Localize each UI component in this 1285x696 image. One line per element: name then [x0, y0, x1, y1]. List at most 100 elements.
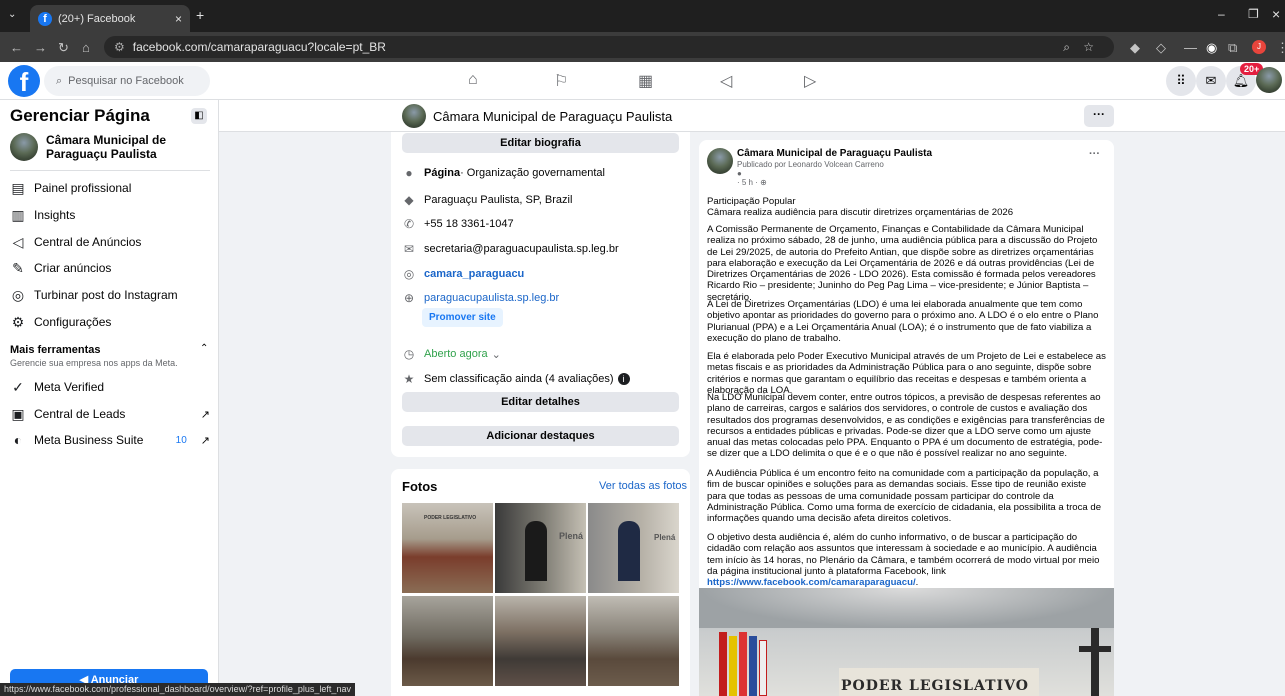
- sidebar-item-central-de-anuncios[interactable]: ◁ Central de Anúncios: [10, 234, 210, 250]
- more-options-button[interactable]: ···: [1084, 105, 1114, 127]
- url-field[interactable]: ⚙ facebook.com/camaraparaguacu?locale=pt…: [104, 36, 1114, 58]
- home-icon[interactable]: ⌂: [82, 40, 90, 55]
- rating-text: Sem classificação ainda (4 avaliações): [424, 373, 614, 385]
- image-banner-text: PODER LEGISLATIVO: [841, 678, 1029, 694]
- category-value: · Organização governamental: [460, 167, 605, 179]
- collapse-sidebar-icon[interactable]: ◧: [191, 108, 207, 124]
- forward-icon[interactable]: →: [34, 40, 47, 55]
- photo-thumbnail[interactable]: Plená: [495, 503, 586, 593]
- see-all-photos-link[interactable]: Ver todas as fotos: [599, 480, 687, 492]
- menu-grid-icon[interactable]: ⠿: [1166, 66, 1196, 96]
- instagram-link[interactable]: camara_paraguacu: [424, 268, 524, 280]
- photo-thumbnail[interactable]: Plená: [588, 503, 679, 593]
- globe-icon: ⊕: [760, 178, 767, 187]
- post-paragraph-6-text: O objetivo desta audiência é, além do cu…: [707, 532, 1100, 577]
- close-tab-icon[interactable]: ×: [175, 12, 182, 26]
- video-icon[interactable]: ▷: [804, 71, 816, 91]
- edit-bio-button[interactable]: Editar biografia: [402, 133, 679, 153]
- website-link[interactable]: paraguacupaulista.sp.leg.br: [424, 292, 559, 304]
- account-avatar[interactable]: [1256, 67, 1282, 93]
- post-paragraph-6-end: .: [915, 577, 919, 589]
- post-paragraph-1: A Comissão Permanente de Orçamento, Fina…: [707, 224, 1098, 303]
- sidebar-item-label: Insights: [34, 208, 76, 222]
- sidebar-item-insights[interactable]: ▥ Insights: [10, 207, 210, 223]
- profile-icon[interactable]: J: [1252, 40, 1266, 54]
- browser-tab-bar: ⌄ f (20+) Facebook × + – ❐ ×: [0, 0, 1285, 32]
- extensions-puzzle-icon[interactable]: ⧉: [1228, 40, 1237, 56]
- post-author[interactable]: Câmara Municipal de Paraguaçu Paulista: [737, 148, 932, 159]
- edit-details-button[interactable]: Editar detalhes: [402, 392, 679, 412]
- site-info-icon[interactable]: ⚙: [114, 40, 125, 54]
- tab-menu-icon[interactable]: ⌄: [8, 9, 16, 20]
- dashboard-icon[interactable]: ▦: [638, 71, 653, 91]
- browser-tab[interactable]: f (20+) Facebook ×: [30, 5, 190, 32]
- star-icon: ★: [403, 372, 415, 386]
- sidebar-item-criar-anuncios[interactable]: ✎ Criar anúncios: [10, 260, 210, 276]
- plenario-text: Plená: [559, 531, 584, 541]
- photo-thumbnail[interactable]: [402, 596, 493, 686]
- extension-icon[interactable]: ◆: [1130, 40, 1140, 56]
- published-by-name[interactable]: Leonardo Volcean Carreno: [788, 160, 884, 169]
- sidebar-page-name[interactable]: Câmara Municipal de Paraguaçu Paulista: [46, 133, 211, 161]
- page-name[interactable]: Câmara Municipal de Paraguaçu Paulista: [433, 109, 672, 124]
- add-highlights-button[interactable]: Adicionar destaques: [402, 426, 679, 446]
- extension-icon[interactable]: ◉: [1206, 40, 1217, 56]
- post-paragraph-2: A Lei de Diretrizes Orçamentárias (LDO) …: [707, 299, 1099, 344]
- back-icon[interactable]: ←: [10, 40, 23, 55]
- photo-thumbnail[interactable]: [495, 596, 586, 686]
- divider: [10, 170, 210, 171]
- post-time-text: · 5 h ·: [737, 178, 758, 187]
- messenger-icon[interactable]: ✉: [1196, 66, 1226, 96]
- post-paragraph-3: Ela é elaborada pelo Poder Executivo Mun…: [707, 351, 1106, 396]
- email-text[interactable]: secretaria@paraguacupaulista.sp.leg.br: [424, 243, 619, 255]
- sidebar-item-meta-business-suite[interactable]: ◐ Meta Business Suite 10 ↗: [10, 432, 210, 448]
- info-icon[interactable]: i: [617, 373, 630, 385]
- location-row: ◆ Paraguaçu Paulista, SP, Brazil: [402, 193, 682, 207]
- reload-icon[interactable]: ↻: [58, 40, 69, 56]
- zoom-icon[interactable]: ⌕: [1063, 40, 1070, 55]
- browser-menu-icon[interactable]: ⋮: [1276, 40, 1285, 56]
- post-options-icon[interactable]: ···: [1089, 148, 1100, 160]
- external-link-icon: ↗: [200, 434, 210, 447]
- post-time[interactable]: · 5 h · ⊕: [737, 178, 767, 187]
- page-avatar[interactable]: [10, 133, 38, 161]
- page-avatar[interactable]: [402, 104, 426, 128]
- minimize-icon[interactable]: –: [1218, 7, 1225, 21]
- facebook-logo-icon[interactable]: f: [8, 65, 40, 97]
- photo-thumbnail[interactable]: PODER LEGISLATIVO: [402, 503, 493, 593]
- rating-row: ★ Sem classificação ainda (4 avaliações)…: [402, 372, 682, 386]
- new-tab-icon[interactable]: +: [196, 7, 204, 23]
- post-headline-2: Câmara realiza audiência para discutir d…: [707, 207, 1014, 218]
- sidebar-item-label: Central de Anúncios: [34, 235, 142, 249]
- search-placeholder: Pesquisar no Facebook: [68, 75, 184, 87]
- extension-icon[interactable]: ◇: [1156, 40, 1166, 56]
- chevron-up-icon[interactable]: ⌃: [200, 343, 208, 354]
- status-bar-url: https://www.facebook.com/professional_da…: [0, 683, 355, 696]
- maximize-icon[interactable]: ❐: [1248, 7, 1259, 21]
- gear-icon: ⚙: [11, 314, 25, 330]
- search-input[interactable]: ⌕ Pesquisar no Facebook: [44, 66, 210, 96]
- post-facebook-link[interactable]: https://www.facebook.com/camaraparaguacu…: [707, 577, 916, 588]
- photo-thumbnail[interactable]: [588, 596, 679, 686]
- flag-icon[interactable]: ⚐: [554, 71, 568, 91]
- promote-site-button[interactable]: Promover site: [422, 308, 503, 327]
- extension-icon[interactable]: —: [1184, 40, 1197, 55]
- post-image[interactable]: PODER LEGISLATIVO: [699, 588, 1114, 696]
- insights-icon: ▥: [11, 207, 25, 223]
- flag: [719, 632, 727, 696]
- megaphone-icon[interactable]: ◁: [720, 71, 732, 91]
- sidebar-item-central-de-leads[interactable]: ▣ Central de Leads ↗: [10, 406, 210, 422]
- location-text: Paraguaçu Paulista, SP, Brazil: [424, 194, 573, 206]
- bookmark-star-icon[interactable]: ☆: [1083, 40, 1094, 54]
- sidebar-item-painel-profissional[interactable]: ▤ Painel profissional: [10, 180, 210, 196]
- hours-row[interactable]: ◷ Aberto agora ⌄: [402, 347, 682, 361]
- more-tools-title: Mais ferramentas: [10, 344, 101, 356]
- home-icon[interactable]: ⌂: [468, 71, 478, 89]
- post-author-avatar[interactable]: [707, 148, 733, 174]
- sidebar-item-turbinar-instagram[interactable]: ◎ Turbinar post do Instagram: [10, 287, 210, 303]
- close-window-icon[interactable]: ×: [1272, 6, 1280, 22]
- sidebar-item-configuracoes[interactable]: ⚙ Configurações: [10, 314, 210, 330]
- sidebar-item-label: Meta Verified: [34, 380, 105, 394]
- sidebar-item-label: Criar anúncios: [34, 261, 112, 275]
- sidebar-item-meta-verified[interactable]: ✓ Meta Verified: [10, 379, 210, 395]
